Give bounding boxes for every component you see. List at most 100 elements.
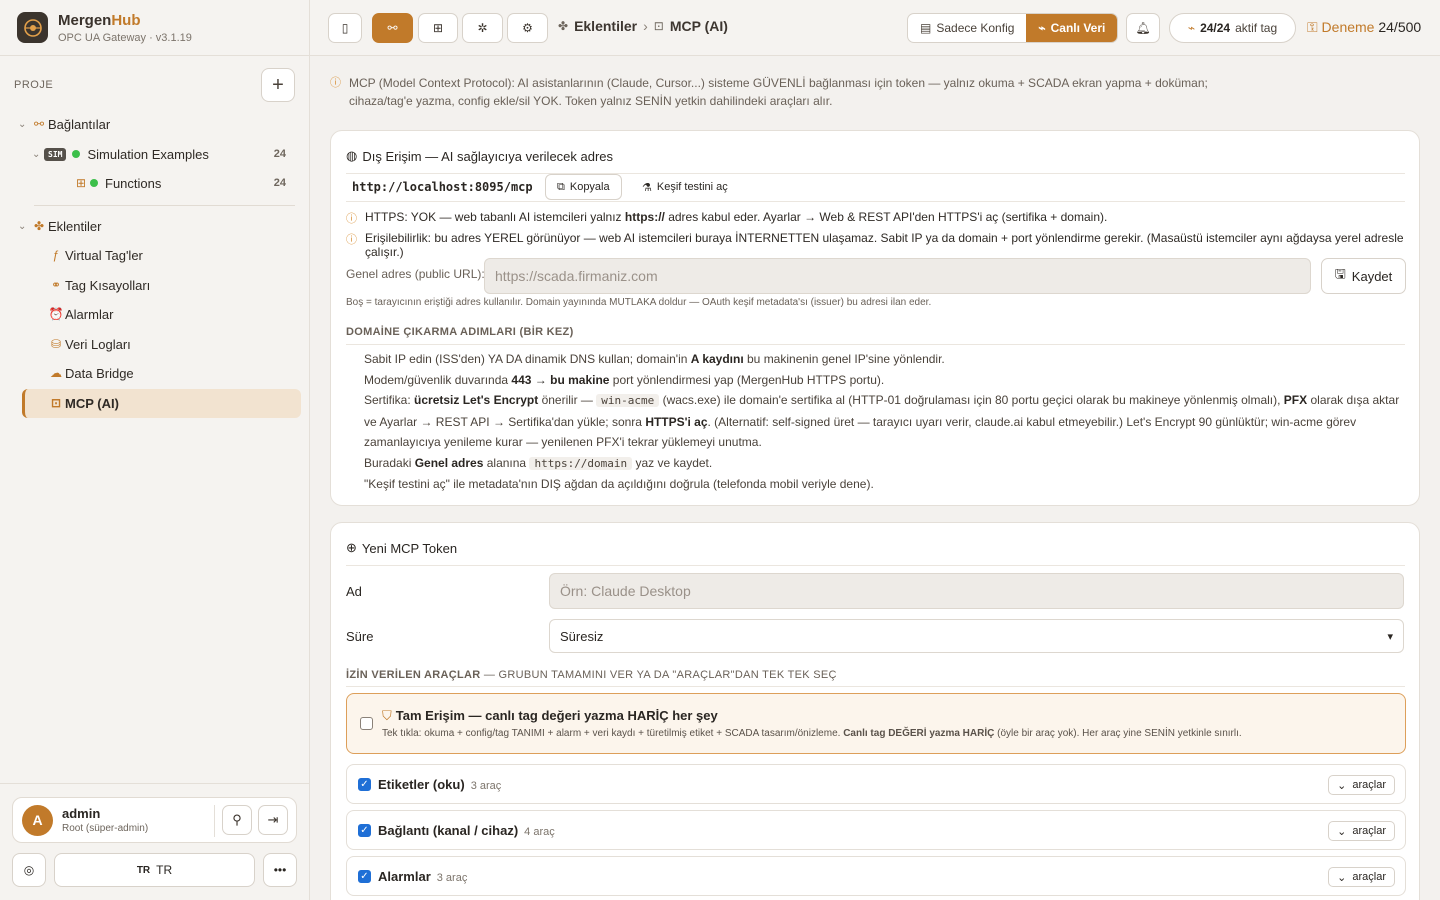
alarm-clock-icon: ⏰ — [48, 307, 64, 321]
tool-group-connection[interactable]: ✓ Bağlantı (kanal / cihaz) 4 araç ⌄ araçla… — [346, 810, 1406, 850]
tool-group-alarms[interactable]: ✓ Alarmlar 3 araç ⌄ araçlar — [346, 856, 1406, 896]
user-name: admin — [62, 806, 101, 821]
sidebar-item-label: Tag Kısayolları — [65, 277, 151, 293]
tree-plugins[interactable]: ⌄ ✤ Eklentiler — [18, 214, 101, 238]
globe-icon: ◍ — [346, 148, 358, 163]
new-token-card: ⊕ Yeni MCP Token Ad Süre Süresiz ▾ İZİN … — [330, 522, 1420, 900]
mode-live-button[interactable]: ⌁ Canlı Veri — [1026, 14, 1118, 42]
bridge-icon: ☁ — [50, 366, 62, 380]
token-duration-select[interactable]: Süresiz ▾ — [549, 619, 1404, 653]
breadcrumb-separator: › — [643, 18, 648, 34]
token-duration-value: Süresiz — [560, 628, 604, 644]
mode-config-button[interactable]: ▤ Sadece Konfig — [908, 14, 1026, 42]
sidebar-item-label: Virtual Tag'ler — [65, 247, 143, 263]
user-role: Root (süper-admin) — [62, 823, 149, 834]
chevron-down-icon: ▾ — [1387, 630, 1393, 643]
tool-group-tags[interactable]: ✓ Etiketler (oku) 3 araç ⌄ araçlar — [346, 764, 1406, 804]
divider — [346, 173, 1405, 174]
mode-config-label: Sadece Konfig — [936, 21, 1015, 35]
language-selector[interactable]: TR TR — [54, 853, 255, 887]
main-content: ⓘ MCP (Model Context Protocol): AI asist… — [310, 56, 1440, 900]
sidebar-item-data-bridge[interactable]: ☁ Data Bridge — [47, 361, 134, 385]
save-label: Kaydet — [1351, 268, 1393, 284]
new-token-title-text: Yeni MCP Token — [361, 540, 458, 556]
tool-group-expand-button[interactable]: ⌄ araçlar — [1328, 821, 1395, 841]
function-icon: ƒ — [52, 248, 60, 262]
external-access-title-text: Dış Erişim — AI sağlayıcıya verilecek ad… — [362, 148, 614, 164]
sidebar-item-mcp[interactable]: ⊡ MCP (AI) — [47, 391, 119, 415]
target-icon: ◎ — [23, 863, 35, 877]
token-name-input[interactable] — [549, 573, 1404, 609]
sidebar-item-label: Veri Logları — [65, 336, 131, 352]
database-icon: ⛁ — [50, 337, 62, 351]
tool-group-expand-button[interactable]: ⌄ araçlar — [1328, 775, 1395, 795]
grid-view-button[interactable]: ⊞ — [418, 13, 458, 43]
divider — [346, 565, 1405, 566]
warning-icon: ⓘ — [330, 77, 341, 89]
bug-icon: ✲ — [477, 21, 488, 35]
key-icon: ⚲ — [232, 812, 242, 827]
public-url-input[interactable] — [484, 258, 1311, 294]
breadcrumb-parent[interactable]: Eklentiler — [574, 18, 637, 34]
mcp-url: http://localhost:8095/mcp — [352, 180, 533, 194]
copy-url-button[interactable]: ⧉ Kopyala — [545, 174, 622, 200]
tools-btn-label: araçlar — [1352, 779, 1386, 791]
tool-group-checkbox[interactable]: ✓ — [358, 824, 371, 837]
public-url-hint: Boş = tarayıcının eriştiği adres kullanı… — [346, 297, 932, 308]
public-url-label: Genel adres (public URL): — [346, 267, 485, 281]
pulse-icon: ⌁ — [1187, 21, 1196, 35]
document-icon: ▤ — [920, 21, 932, 35]
save-public-url-button[interactable]: 🖫︎ Kaydet — [1321, 258, 1406, 294]
logout-button[interactable]: ⇥ — [258, 805, 288, 835]
sidebar-item-alarms[interactable]: ⏰ Alarmlar — [47, 302, 114, 326]
robot-icon: ⊡ — [50, 396, 62, 410]
connections-icon: ⚯ — [33, 117, 45, 131]
tree-simulation-examples[interactable]: ⌄ SIM Simulation Examples 24 — [32, 142, 286, 166]
open-discovery-test-button[interactable]: ⚗ Keşif testini aç — [631, 174, 739, 200]
full-access-title-text: Tam Erişim — canlı tag değeri yazma HARİ… — [395, 708, 718, 723]
divider — [0, 783, 309, 784]
tool-group-checkbox[interactable]: ✓ — [358, 870, 371, 883]
toggle-sidebar-button[interactable]: ▯ — [328, 13, 362, 43]
sidebar-item-tag-shortcuts[interactable]: ⚭ Tag Kısayolları — [47, 273, 150, 297]
full-access-checkbox[interactable] — [360, 717, 373, 730]
app-name: MergenHub — [58, 11, 141, 29]
topology-view-button[interactable]: ⚯ — [372, 13, 413, 43]
chevron-down-icon: ⌄ — [1337, 825, 1347, 838]
mcp-notice: ⓘ MCP (Model Context Protocol): AI asist… — [330, 74, 1250, 110]
more-button[interactable]: ••• — [263, 853, 297, 887]
tags-active-count: 24/24 — [1200, 21, 1231, 35]
chevron-down-icon[interactable]: ⌄ — [32, 149, 44, 160]
copy-label: Kopyala — [569, 181, 610, 193]
reachability-warning-text: Erişilebilirlik: bu adres YEREL görünüyo… — [365, 231, 1404, 259]
functions-label: Functions — [105, 175, 162, 191]
sidebar-item-data-logs[interactable]: ⛁ Veri Logları — [47, 332, 131, 356]
sidebar-item-virtual-tags[interactable]: ƒ Virtual Tag'ler — [47, 243, 143, 267]
full-access-title: ⛉ Tam Erişim — canlı tag değeri yazma HA… — [382, 708, 718, 724]
tool-group-title: Alarmlar 3 araç — [378, 869, 468, 884]
chevron-down-icon[interactable]: ⌄ — [18, 119, 30, 130]
theme-button[interactable]: ◎ — [12, 853, 46, 887]
debug-button[interactable]: ✲ — [462, 13, 503, 43]
chevron-down-icon[interactable]: ⌄ — [18, 221, 30, 232]
trial-badge[interactable]: ⚿ Deneme 24/500 — [1307, 19, 1421, 36]
bell-icon: 🔔︎ — [1135, 21, 1151, 35]
shield-check-icon: ⛉ — [382, 708, 392, 723]
change-password-button[interactable]: ⚲ — [222, 805, 252, 835]
tree-connections[interactable]: ⌄ ⚯ Bağlantılar — [18, 112, 110, 136]
tool-group-expand-button[interactable]: ⌄ araçlar — [1328, 867, 1395, 887]
tree-functions[interactable]: ⊞ Functions 24 — [72, 171, 286, 195]
tool-group-checkbox[interactable]: ✓ — [358, 778, 371, 791]
divider — [214, 805, 215, 837]
https-warning-text: HTTPS: YOK — web tabanlı AI istemcileri … — [365, 210, 1108, 224]
settings-button[interactable]: ⚙ — [507, 13, 548, 43]
notifications-button[interactable]: 🔔︎ — [1126, 13, 1160, 43]
full-access-option[interactable]: ⛉ Tam Erişim — canlı tag değeri yazma HA… — [346, 693, 1406, 754]
more-icon: ••• — [273, 863, 287, 877]
tools-heading: İZİN VERİLEN ARAÇLAR — GRUBUN TAMAMINI V… — [346, 669, 837, 681]
active-tags-pill: ⌁ 24/24 aktif tag — [1169, 13, 1296, 43]
key-icon: ⚿ — [1307, 19, 1318, 35]
add-project-button[interactable]: + — [261, 68, 295, 102]
sidebar-item-label: Data Bridge — [65, 365, 134, 381]
chevron-down-icon: ⌄ — [1337, 779, 1347, 792]
